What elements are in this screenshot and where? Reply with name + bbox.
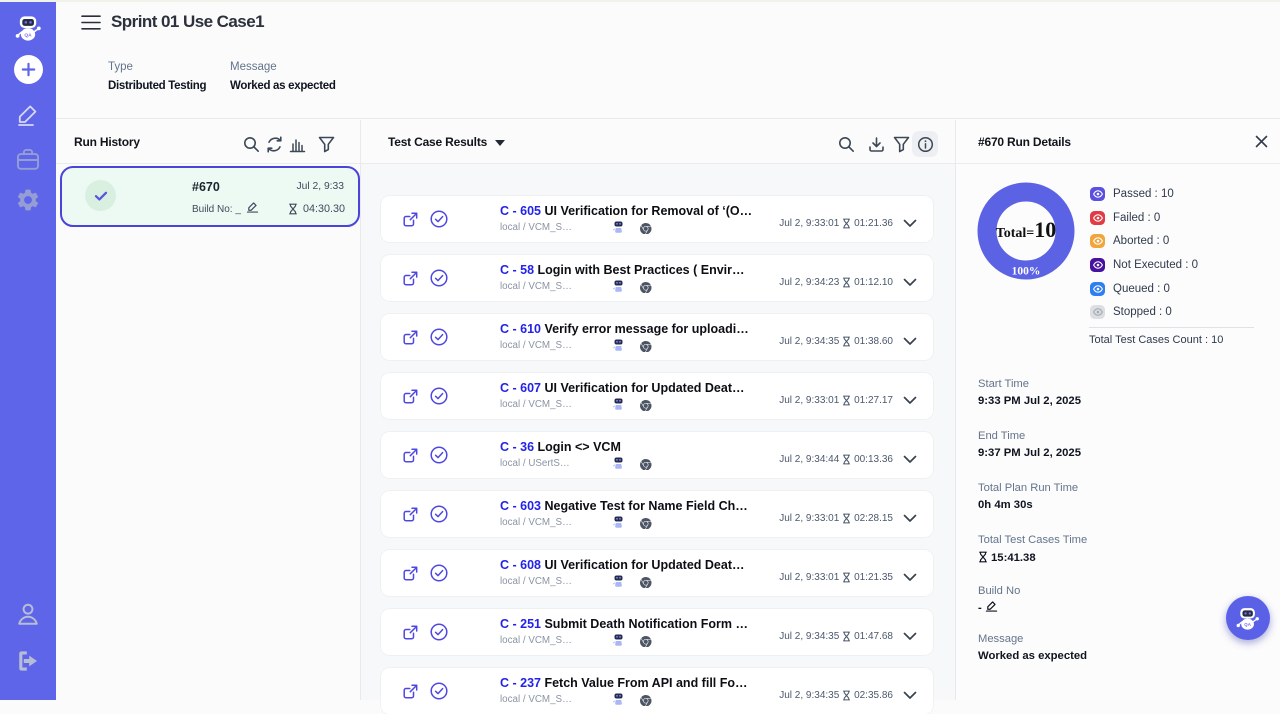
svg-text:QA: QA bbox=[1244, 622, 1251, 627]
svg-text:100%: 100% bbox=[1012, 266, 1041, 278]
svg-text:Total=10: Total=10 bbox=[996, 217, 1057, 242]
svg-text:QA: QA bbox=[24, 33, 32, 39]
